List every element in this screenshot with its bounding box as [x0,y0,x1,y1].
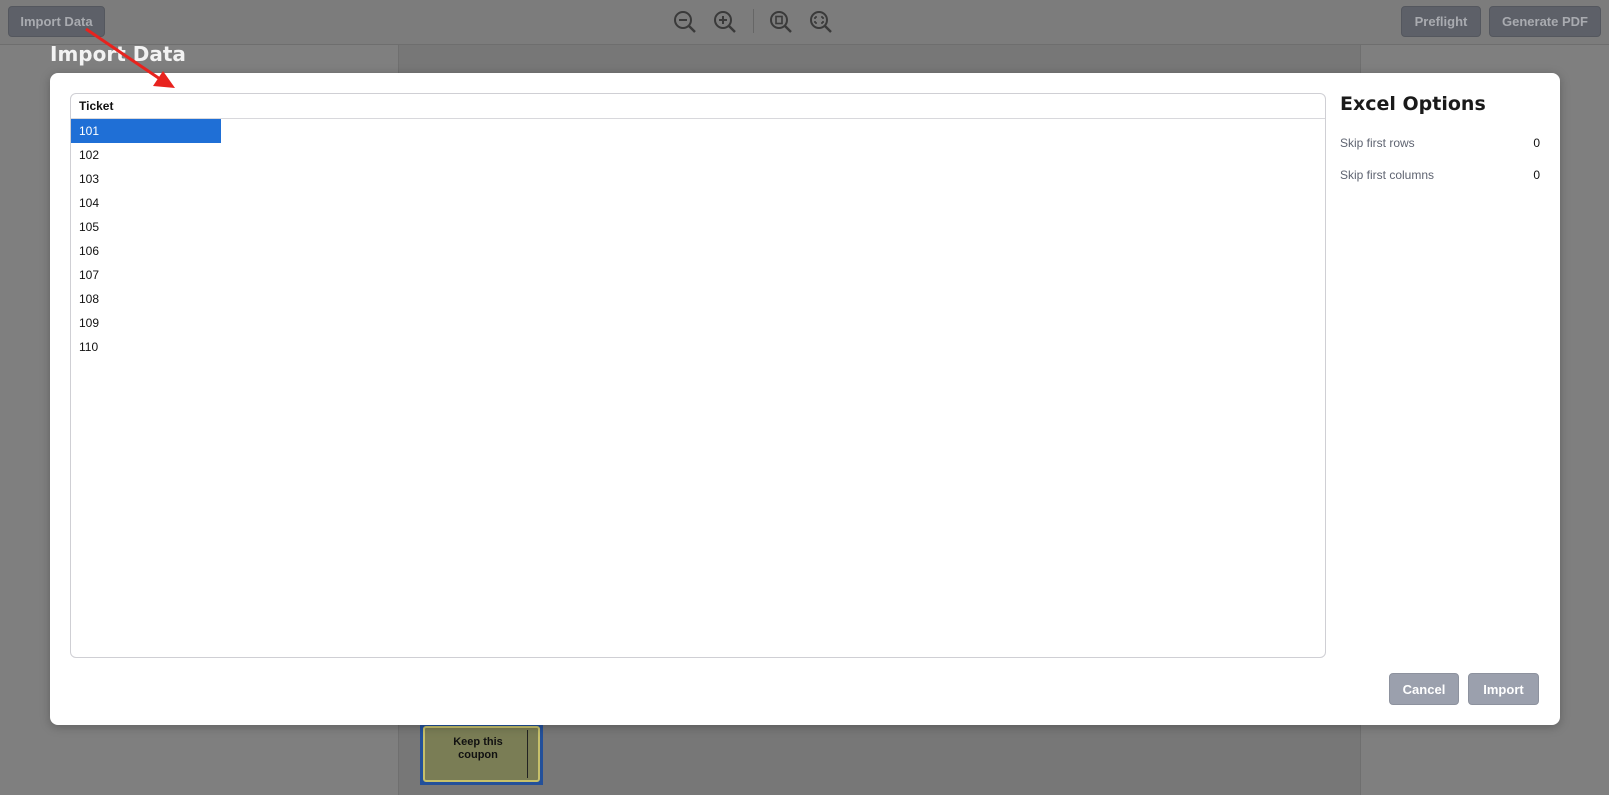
table-row[interactable]: 108 [71,287,213,311]
toolbar-separator [753,9,754,33]
cancel-button[interactable]: Cancel [1389,673,1459,705]
skip-first-rows-label: Skip first rows [1340,136,1415,150]
skip-first-columns-label: Skip first columns [1340,168,1435,182]
table-row[interactable]: 110 [71,335,213,359]
data-table[interactable]: Ticket 101 102 103 104 105 106 107 108 109 110 [70,93,1326,658]
zoom-fit-width-icon[interactable] [808,9,834,35]
panel-title: Import Data [50,42,186,66]
skip-first-columns-input[interactable]: 0 [1510,168,1540,182]
coupon-preview: Keep this coupon [420,723,543,785]
top-toolbar: Import Data Preflight Generate PDF [0,0,1609,45]
import-data-dialog: Ticket 101 102 103 104 105 106 107 108 109 110 Ex… [50,73,1560,725]
skip-first-rows-option: Skip first rows 0 [1340,127,1540,159]
table-row[interactable]: 107 [71,263,213,287]
column-header-ticket[interactable]: Ticket [71,94,1325,119]
coupon-inner: Keep this coupon [423,726,540,782]
zoom-fit-page-icon[interactable] [768,9,794,35]
skip-first-rows-input[interactable]: 0 [1510,136,1540,150]
coupon-text: Keep this coupon [453,736,503,761]
generate-pdf-button[interactable]: Generate PDF [1489,6,1601,37]
table-row[interactable]: 104 [71,191,213,215]
zoom-out-icon[interactable] [672,9,698,35]
excel-options-panel: Excel Options Skip first rows 0 Skip fir… [1340,93,1540,191]
table-row[interactable]: 106 [71,239,213,263]
coupon-stub-line [527,730,528,778]
excel-options-title: Excel Options [1340,93,1486,115]
table-row[interactable]: 109 [71,311,213,335]
preflight-button[interactable]: Preflight [1401,6,1481,37]
table-row[interactable]: 102 [71,143,213,167]
table-row[interactable]: 103 [71,167,213,191]
skip-first-columns-option: Skip first columns 0 [1340,159,1540,191]
zoom-in-icon[interactable] [712,9,738,35]
table-row[interactable]: 101 [71,119,221,143]
import-button[interactable]: Import [1468,673,1539,705]
import-data-button[interactable]: Import Data [8,6,105,37]
table-row[interactable]: 105 [71,215,213,239]
table-rows: 101 102 103 104 105 106 107 108 109 110 [71,119,1325,359]
